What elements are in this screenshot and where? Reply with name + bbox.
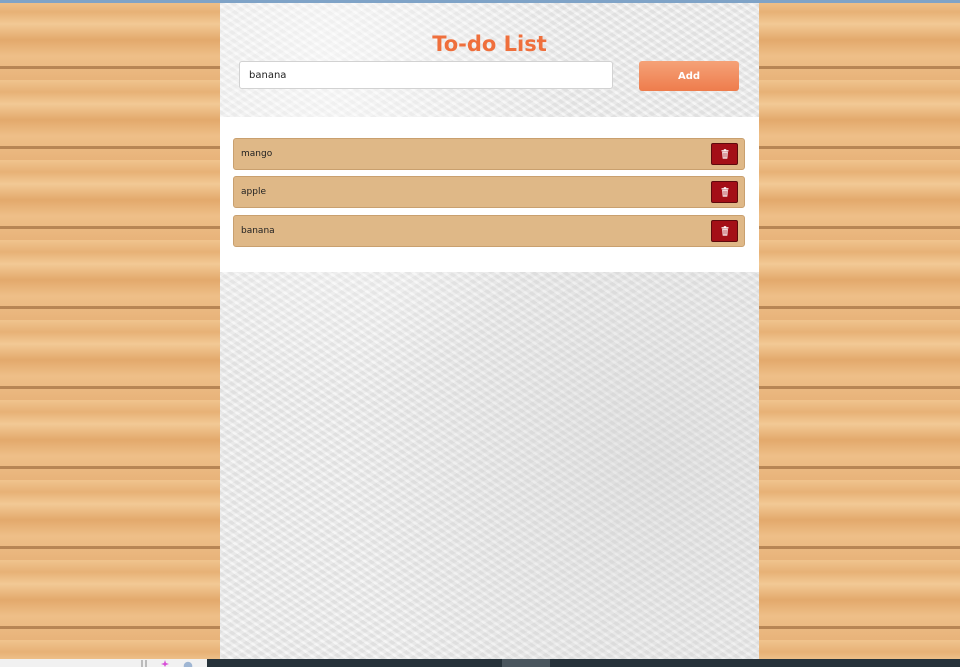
delete-button[interactable] <box>711 220 738 242</box>
list-item-text: apple <box>241 187 266 197</box>
sparkle-icon[interactable] <box>160 660 170 667</box>
taskbar-tab[interactable] <box>502 659 550 667</box>
globe-icon[interactable] <box>183 660 193 667</box>
list-item: banana <box>233 215 745 247</box>
arrow-icon <box>141 660 147 667</box>
delete-button[interactable] <box>711 181 738 203</box>
taskbar-dark-region <box>207 659 960 667</box>
taskbar <box>0 659 960 667</box>
trash-icon <box>721 149 728 159</box>
todo-panel: To-do List Add mango apple <box>220 3 759 659</box>
list-item: apple <box>233 176 745 208</box>
task-input[interactable] <box>239 61 613 89</box>
delete-button[interactable] <box>711 143 738 165</box>
add-button[interactable]: Add <box>639 61 739 91</box>
todo-list: mango apple banana <box>220 117 759 272</box>
list-item-text: banana <box>241 226 275 236</box>
list-item: mango <box>233 138 745 170</box>
trash-icon <box>721 187 728 197</box>
list-item-text: mango <box>241 149 273 159</box>
page-title: To-do List <box>432 32 547 56</box>
trash-icon <box>721 226 728 236</box>
